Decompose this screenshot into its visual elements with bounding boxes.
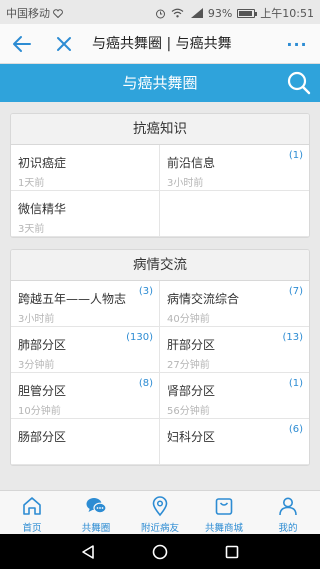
tab-label: 首页: [22, 523, 42, 534]
tab-home[interactable]: 首页: [0, 491, 64, 534]
tab-label: 附近病友: [140, 523, 179, 534]
board-time: 27分钟前: [167, 360, 210, 371]
app-header: 与癌共舞圈: [0, 64, 320, 102]
battery-percent: 93%: [207, 6, 233, 20]
forum-board[interactable]: 肝部分区 27分钟前 (13): [160, 327, 309, 373]
board-badge: (130): [126, 332, 153, 343]
board-title: 肺部分区: [18, 338, 67, 352]
close-button[interactable]: [48, 24, 80, 64]
header-title: 与癌共舞圈: [122, 74, 198, 92]
board-badge: (13): [282, 332, 303, 343]
forum-board[interactable]: 微信精华 3天前: [11, 191, 160, 237]
board-time: 3分钟前: [18, 360, 55, 371]
board-title: 肠部分区: [18, 430, 67, 444]
close-icon: [57, 37, 71, 51]
forum-board[interactable]: 跨越五年——人物志 3小时前 (3): [11, 281, 160, 327]
page-title: 与癌共舞圈 | 与癌共舞: [92, 36, 232, 52]
back-button[interactable]: [6, 24, 38, 64]
square-recents-icon: [225, 545, 239, 558]
section-title: 病情交流: [11, 250, 309, 281]
section-cancer-knowledge: 抗癌知识 初识癌症 1天前 前沿信息 3小时前 (1) 微信精华 3天前: [10, 113, 310, 238]
tab-mine[interactable]: 我的: [256, 491, 320, 534]
board-time: 10分钟前: [18, 406, 61, 417]
board-badge: (8): [138, 378, 153, 389]
tab-label: 我的: [278, 523, 298, 534]
clock: 上午10:51: [260, 7, 314, 20]
section-title: 抗癌知识: [11, 114, 309, 145]
browser-navbar: 与癌共舞圈 | 与癌共舞 ···: [0, 24, 320, 64]
forum-board[interactable]: 胆管分区 10分钟前 (8): [11, 373, 160, 419]
search-icon: [287, 71, 311, 95]
tab-label: 共舞圈: [81, 523, 111, 534]
forum-board[interactable]: 肺部分区 3分钟前 (130): [11, 327, 160, 373]
forum-board[interactable]: 肾部分区 56分钟前 (1): [160, 373, 309, 419]
board-time: 56分钟前: [167, 406, 210, 417]
section-condition-exchange: 病情交流 跨越五年——人物志 3小时前 (3) 病情交流综合 40分钟前 (7)…: [10, 249, 310, 466]
forum-board[interactable]: 病情交流综合 40分钟前 (7): [160, 281, 309, 327]
tab-nearby[interactable]: 附近病友: [128, 491, 192, 534]
forum-board[interactable]: 肠部分区: [11, 419, 160, 465]
system-back-button[interactable]: [68, 534, 108, 569]
system-recents-button[interactable]: [212, 534, 252, 569]
heart-icon: [53, 8, 63, 18]
section-grid: 初识癌症 1天前 前沿信息 3小时前 (1) 微信精华 3天前: [11, 145, 309, 237]
board-title: 病情交流综合: [167, 292, 240, 306]
tab-circle[interactable]: 共舞圈: [64, 491, 128, 534]
board-badge: (1): [288, 378, 303, 389]
system-home-button[interactable]: [140, 534, 180, 569]
board-title: 胆管分区: [18, 384, 67, 398]
board-title: 肝部分区: [167, 338, 216, 352]
board-time: 1天前: [18, 178, 45, 189]
tab-label: 共舞商城: [204, 523, 243, 534]
board-badge: (1): [288, 150, 303, 161]
board-title: 肾部分区: [167, 384, 216, 398]
home-icon: [23, 497, 41, 515]
search-button[interactable]: [286, 70, 312, 96]
status-bar-right: 93% 上午10:51: [155, 5, 314, 21]
section-grid: 跨越五年——人物志 3小时前 (3) 病情交流综合 40分钟前 (7) 肺部分区…: [11, 281, 309, 465]
location-pin-icon: [152, 496, 168, 517]
wifi-icon: [171, 8, 184, 18]
forum-board[interactable]: 妇科分区 (6): [160, 419, 309, 465]
shopping-bag-icon: [215, 498, 233, 515]
empty-cell: [160, 191, 309, 237]
board-title: 微信精华: [18, 202, 67, 216]
board-title: 妇科分区: [167, 430, 216, 444]
board-title: 初识癌症: [18, 156, 67, 170]
triangle-back-icon: [82, 544, 94, 559]
forum-content: 抗癌知识 初识癌症 1天前 前沿信息 3小时前 (1) 微信精华 3天前 病情交…: [0, 102, 320, 490]
status-bar: 中国移动 93% 上午10:51: [0, 0, 320, 24]
back-arrow-icon: [13, 36, 31, 52]
board-time: 3小时前: [167, 178, 204, 189]
board-time: 3小时前: [18, 314, 55, 325]
carrier-label: 中国移动: [6, 7, 50, 20]
forum-board[interactable]: 前沿信息 3小时前 (1): [160, 145, 309, 191]
board-badge: (7): [288, 286, 303, 297]
bottom-tab-bar: 首页 共舞圈 附近病友 共舞商城 我的: [0, 490, 320, 534]
board-time: 3天前: [18, 224, 45, 235]
board-title: 前沿信息: [167, 156, 216, 170]
battery-icon: [237, 8, 258, 18]
board-badge: (6): [288, 424, 303, 435]
user-icon: [279, 497, 297, 516]
signal-icon: [190, 8, 203, 18]
forum-board[interactable]: 初识癌症 1天前: [11, 145, 160, 191]
alarm-icon: [155, 9, 165, 18]
tab-shop[interactable]: 共舞商城: [192, 491, 256, 534]
circle-home-icon: [152, 544, 168, 559]
board-badge: (3): [138, 286, 153, 297]
board-title: 跨越五年——人物志: [18, 292, 127, 306]
more-menu-button[interactable]: ···: [282, 24, 312, 64]
status-bar-left: 中国移动: [6, 5, 63, 21]
battery-fill: [239, 10, 253, 16]
system-nav-bar: [0, 534, 320, 569]
board-time: 40分钟前: [167, 314, 210, 325]
chat-bubbles-icon: [86, 498, 107, 514]
